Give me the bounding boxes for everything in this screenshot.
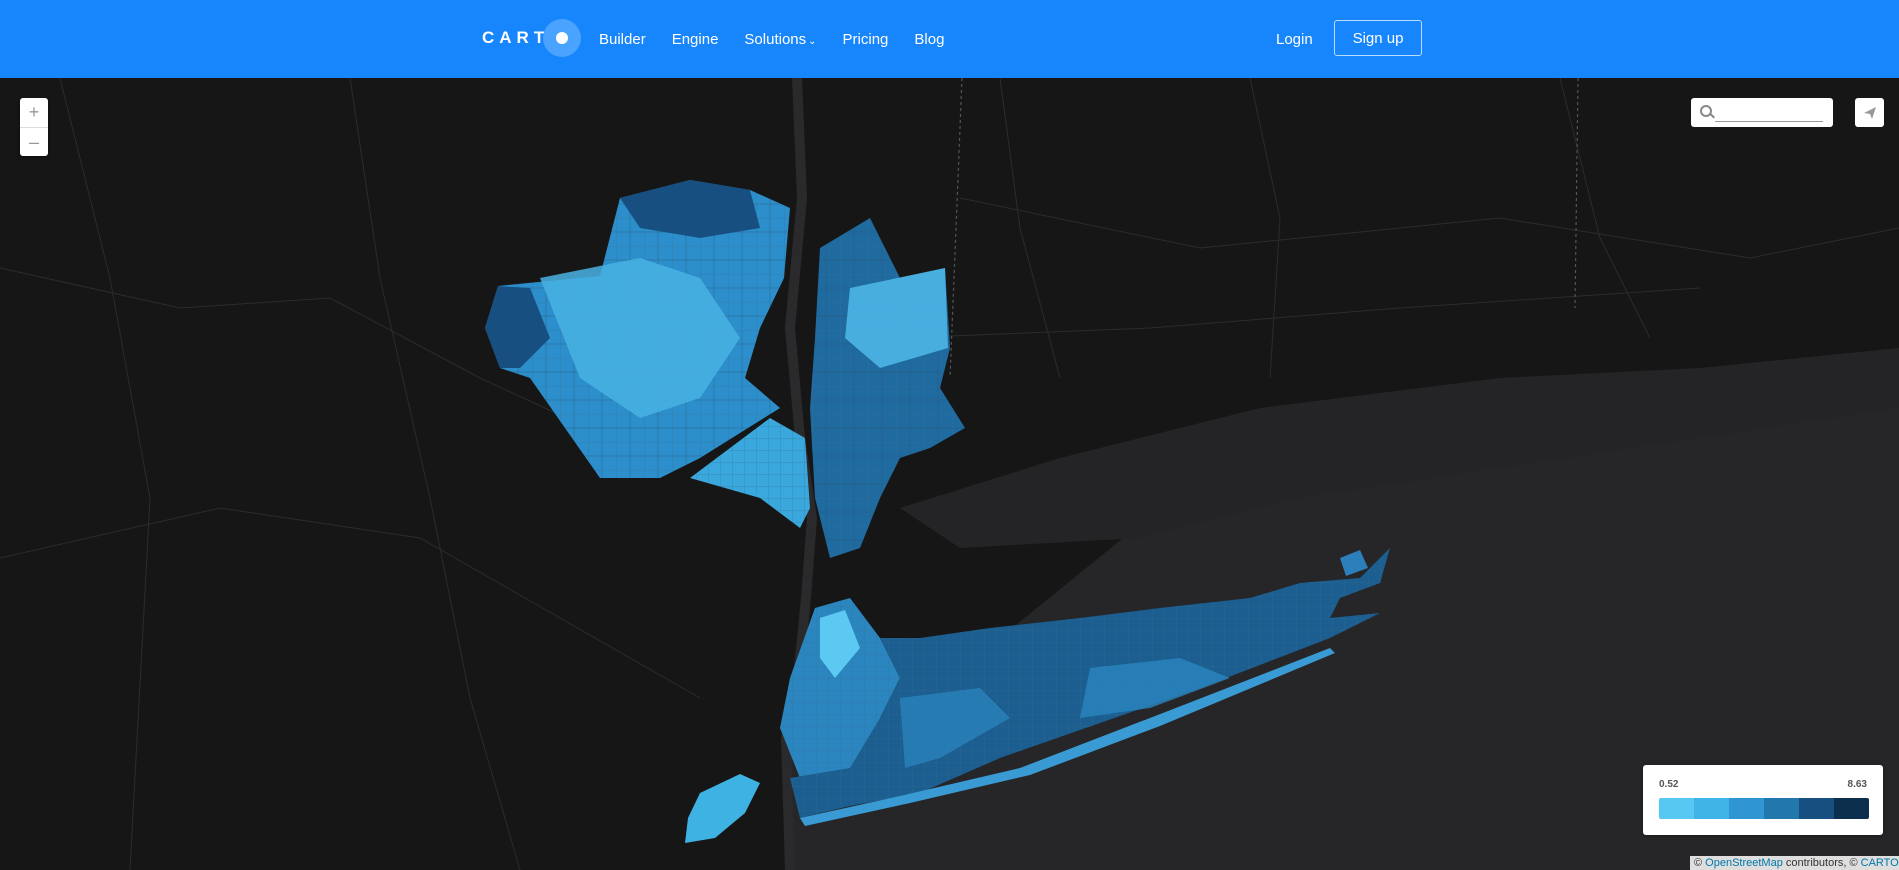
nav-builder[interactable]: Builder [599, 31, 646, 48]
signup-button[interactable]: Sign up [1334, 20, 1422, 56]
attribution-middle: contributors, © [1782, 857, 1861, 869]
zoom-out-button[interactable]: – [20, 128, 48, 157]
legend-swatch-4 [1799, 798, 1834, 819]
login-link[interactable]: Login [1276, 0, 1313, 78]
legend-swatch-3 [1764, 798, 1799, 819]
main-nav: Builder Engine Solutions ⌄ Pricing Blog [599, 0, 944, 78]
zoom-in-button[interactable]: + [20, 98, 48, 128]
map-attribution: © OpenStreetMap contributors, © CARTO [1690, 856, 1899, 870]
map-canvas [0, 78, 1899, 870]
logo-text: CART [482, 28, 550, 47]
legend-swatch-1 [1694, 798, 1729, 819]
choropleth-map[interactable]: + – [0, 78, 1899, 870]
carto-link[interactable]: CARTO [1861, 857, 1899, 869]
search-input[interactable] [1715, 102, 1823, 122]
legend-max-label: 8.63 [1847, 779, 1867, 790]
share-button[interactable] [1855, 98, 1884, 127]
osm-link[interactable]: OpenStreetMap [1705, 857, 1783, 869]
nav-solutions[interactable]: Solutions ⌄ [744, 31, 816, 48]
top-nav-bar: CART Builder Engine Solutions ⌄ Pricing B… [0, 0, 1899, 78]
legend: 0.52 8.63 [1643, 765, 1883, 835]
nav-engine[interactable]: Engine [672, 31, 719, 48]
logo-circle-icon [543, 19, 582, 57]
attribution-prefix: © [1694, 857, 1706, 869]
legend-swatch-5 [1834, 798, 1869, 819]
paper-plane-icon [1863, 106, 1876, 119]
legend-swatch-0 [1659, 798, 1694, 819]
zoom-control: + – [20, 98, 48, 156]
chevron-down-icon: ⌄ [808, 35, 817, 47]
legend-min-label: 0.52 [1659, 779, 1679, 790]
carto-logo[interactable]: CART [482, 19, 582, 57]
search-icon [1700, 105, 1712, 117]
nav-pricing[interactable]: Pricing [843, 31, 889, 48]
nav-blog[interactable]: Blog [914, 31, 944, 48]
nav-solutions-label: Solutions [744, 30, 807, 48]
legend-swatch-2 [1729, 798, 1764, 819]
legend-color-ramp [1659, 798, 1869, 819]
map-search [1691, 98, 1833, 127]
